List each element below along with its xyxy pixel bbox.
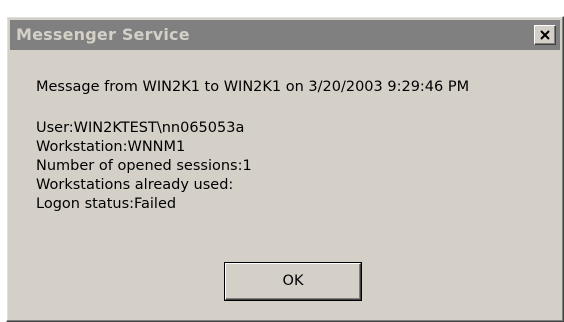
- detail-workstations-used: Workstations already used:: [36, 177, 234, 193]
- detail-user: User:WIN2KTEST\nn065053a: [36, 120, 245, 136]
- messenger-dialog: Messenger Service Message from WIN2K1 to…: [6, 16, 564, 322]
- close-button[interactable]: [534, 25, 556, 45]
- close-icon: [540, 30, 550, 40]
- ok-button[interactable]: OK: [225, 263, 361, 300]
- detail-workstation: Workstation:WNNM1: [36, 139, 186, 155]
- message-header: Message from WIN2K1 to WIN2K1 on 3/20/20…: [36, 79, 470, 95]
- detail-sessions: Number of opened sessions:1: [36, 158, 252, 174]
- title-bar[interactable]: Messenger Service: [10, 20, 560, 50]
- message-header-block: Message from WIN2K1 to WIN2K1 on 3/20/20…: [36, 78, 469, 97]
- dialog-title: Messenger Service: [16, 25, 190, 44]
- detail-logon-status: Logon status:Failed: [36, 196, 177, 212]
- message-details: User:WIN2KTEST\nn065053a Workstation:WNN…: [36, 119, 252, 214]
